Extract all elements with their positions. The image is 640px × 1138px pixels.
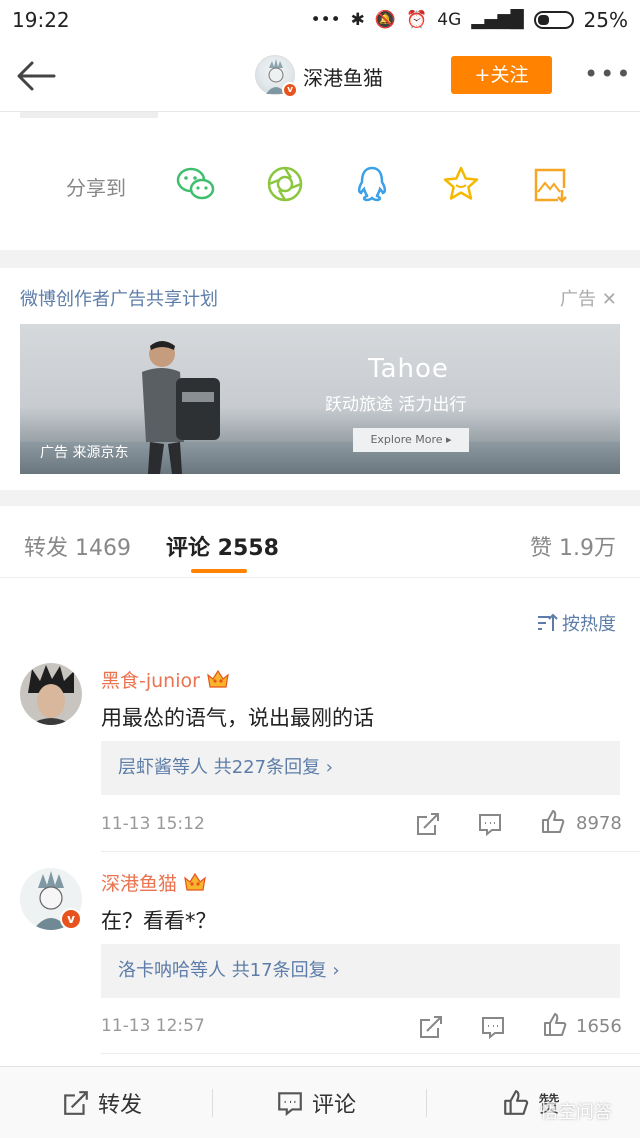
bluetooth-icon: ✱ xyxy=(350,10,365,30)
status-time: 19:22 xyxy=(12,8,70,32)
comment-divider xyxy=(101,851,640,852)
bottom-repost-button[interactable]: 转发 xyxy=(62,1087,142,1119)
member-crown-icon xyxy=(184,872,206,891)
repost-icon xyxy=(64,1091,88,1115)
header-user-name[interactable]: 深港鱼猫 xyxy=(303,62,383,91)
active-tab-indicator xyxy=(191,569,247,573)
network-type: 4G xyxy=(437,10,462,30)
notification-dots-icon: ••• xyxy=(310,10,341,30)
mute-icon: 🔕 xyxy=(374,10,397,30)
like-icon xyxy=(504,1090,529,1115)
comment-like-count: 8978 xyxy=(576,813,622,834)
ad-source: 广告 来源京东 xyxy=(40,445,129,461)
comment-replies-link[interactable]: 洛卡呐哈等人 共17条回复 › xyxy=(101,944,620,998)
tab-comments[interactable]: 评论 2558 xyxy=(166,530,279,562)
moments-icon[interactable] xyxy=(263,162,307,206)
ad-brand: Tahoe xyxy=(368,354,449,384)
comment-author-name: 黑食-junior xyxy=(101,670,200,692)
bottom-comment-label: 评论 xyxy=(312,1093,357,1118)
separator xyxy=(212,1089,213,1117)
ad-tag-label: 广告 xyxy=(560,289,596,310)
sort-label: 按热度 xyxy=(562,614,616,635)
comment-icon[interactable] xyxy=(477,811,503,837)
wechat-icon[interactable] xyxy=(174,162,218,206)
ad-banner[interactable]: Tahoe 跃动旅途 活力出行 Explore More ▸ 广告 来源京东 xyxy=(20,324,620,474)
alarm-icon: ⏰ xyxy=(406,10,428,30)
content-remnant xyxy=(20,112,158,118)
ad-program-title[interactable]: 微博创作者广告共享计划 xyxy=(20,285,218,311)
sort-by-hot-button[interactable]: 按热度 xyxy=(536,610,616,636)
comment-avatar[interactable] xyxy=(20,663,82,725)
tab-likes[interactable]: 赞 1.9万 xyxy=(530,530,616,562)
back-arrow-icon[interactable] xyxy=(14,58,58,94)
comment-replies-link[interactable]: 层虾酱等人 共227条回复 › xyxy=(101,741,620,795)
engagement-tabs: 转发 1469 评论 2558 赞 1.9万 xyxy=(0,506,640,578)
tab-repost[interactable]: 转发 1469 xyxy=(24,530,131,562)
close-icon[interactable]: ✕ xyxy=(602,289,617,310)
like-icon[interactable] xyxy=(542,1012,568,1038)
save-image-icon[interactable] xyxy=(528,162,572,206)
section-divider xyxy=(0,490,640,506)
verified-badge-icon: v xyxy=(282,82,298,98)
comment-icon[interactable] xyxy=(480,1014,506,1040)
favorite-star-icon[interactable] xyxy=(439,162,483,206)
qq-icon[interactable] xyxy=(350,162,394,206)
battery-level: 25% xyxy=(583,8,628,32)
comment-author[interactable]: 深港鱼猫 xyxy=(101,869,207,896)
ad-slogan: 跃动旅途 活力出行 xyxy=(325,395,467,415)
comment-time: 11-13 12:57 xyxy=(101,1016,205,1036)
ad-tag[interactable]: 广告 ✕ xyxy=(560,285,617,311)
header: v 深港鱼猫 +关注 ••• xyxy=(0,40,640,112)
comment-icon xyxy=(278,1092,302,1117)
comment-time: 11-13 15:12 xyxy=(101,814,205,834)
separator xyxy=(426,1089,427,1117)
bottom-repost-label: 转发 xyxy=(98,1093,143,1118)
verified-badge-icon: v xyxy=(60,908,82,930)
sort-icon xyxy=(538,613,558,631)
comment-author-name: 深港鱼猫 xyxy=(101,873,178,895)
comment-author[interactable]: 黑食-junior xyxy=(101,666,230,693)
share-label: 分享到 xyxy=(66,176,126,200)
more-options-icon[interactable]: ••• xyxy=(584,60,632,88)
share-row: 分享到 xyxy=(0,140,640,230)
repost-icon[interactable] xyxy=(418,1014,444,1040)
repost-icon[interactable] xyxy=(415,811,441,837)
like-icon[interactable] xyxy=(540,809,566,835)
comment-like-count: 1656 xyxy=(576,1016,622,1037)
watermark: 悟空问答 xyxy=(540,1102,612,1123)
comment-text: 在？看看*？ xyxy=(101,909,217,933)
avatar-photo xyxy=(20,663,82,725)
member-crown-icon xyxy=(207,669,229,688)
signal-icon: ▂▄▆█ xyxy=(471,10,524,30)
battery-icon xyxy=(533,11,574,29)
section-divider xyxy=(0,250,640,268)
status-bar: 19:22 ••• ✱ 🔕 ⏰ 4G ▂▄▆█ 25% xyxy=(0,0,640,40)
follow-button[interactable]: +关注 xyxy=(451,56,552,94)
comment-divider xyxy=(101,1053,640,1054)
ad-model-figure xyxy=(142,341,220,474)
bottom-comment-button[interactable]: 评论 xyxy=(276,1087,356,1119)
comment-text: 用最怂的语气，说出最刚的话 xyxy=(101,706,374,730)
explore-more-button[interactable]: Explore More ▸ xyxy=(353,428,469,452)
